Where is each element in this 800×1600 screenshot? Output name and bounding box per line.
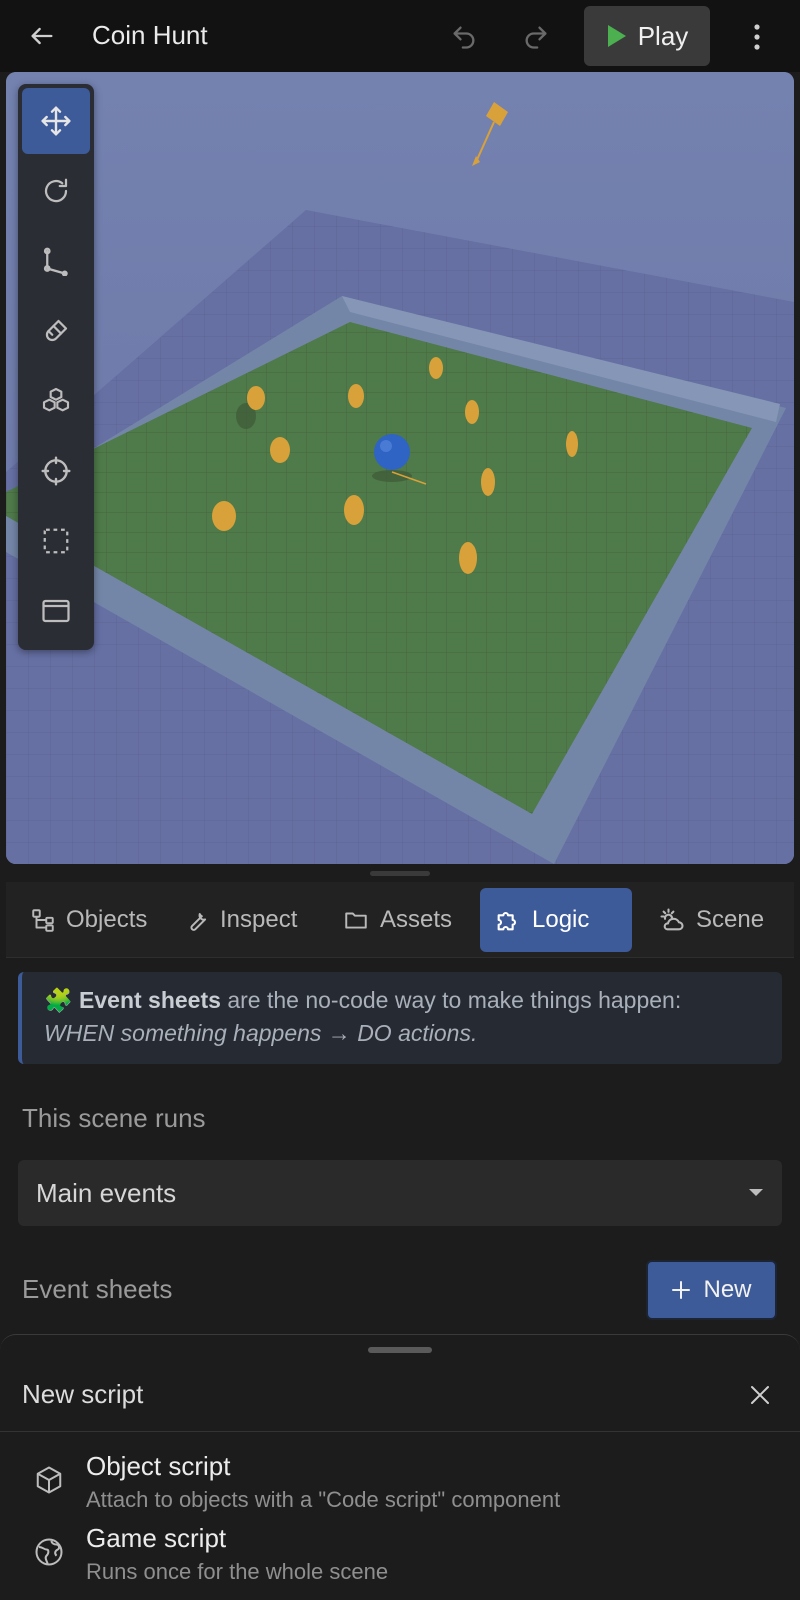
hierarchy-icon (32, 909, 54, 932)
new-script-sheet: New script Object script Attach to objec… (0, 1334, 800, 1600)
selection-box-icon (43, 528, 69, 554)
chevron-down-icon (749, 1189, 763, 1196)
new-event-sheet-button[interactable]: New (646, 1260, 777, 1320)
top-bar: Coin Hunt Play (0, 0, 800, 72)
tab-scene[interactable]: Scene (644, 888, 790, 952)
sheet-title: New script (22, 1379, 144, 1409)
select-tool-button[interactable] (22, 508, 90, 574)
magnet-icon (45, 319, 68, 342)
main-events-select[interactable]: Main events (18, 1160, 782, 1226)
more-menu-button[interactable] (740, 20, 774, 54)
back-button[interactable] (26, 20, 58, 52)
banner-line-2: WHEN something happens → DO actions. (44, 1017, 760, 1050)
more-vertical-icon (754, 24, 760, 50)
tab-assets[interactable]: Assets (328, 888, 466, 952)
event-sheets-info-banner: 🧩 Event sheets are the no-code way to ma… (18, 972, 782, 1064)
banner-text: are the no-code way to make things happe… (220, 987, 682, 1013)
sheet-drag-handle[interactable] (368, 1347, 432, 1353)
undo-button[interactable] (448, 22, 480, 52)
redo-button[interactable] (520, 22, 552, 52)
object-script-option[interactable]: Object script Attach to objects with a "… (20, 1447, 780, 1517)
tab-inspect[interactable]: Inspect (170, 888, 318, 952)
undo-icon (453, 26, 475, 49)
rotate-icon (44, 178, 68, 203)
cube-icon (36, 1466, 62, 1494)
scale-tool-button[interactable] (22, 228, 90, 294)
banner-italic-text: WHEN something happens → DO actions. (44, 1020, 478, 1046)
panel-tabs: Objects Inspect Assets Logic Scene (6, 882, 794, 958)
scale-icon (43, 247, 68, 276)
crosshair-icon (41, 456, 71, 486)
game-script-option[interactable]: Game script Runs once for the whole scen… (20, 1519, 780, 1589)
play-icon (607, 25, 626, 47)
wrench-icon (190, 913, 207, 931)
tab-objects[interactable]: Objects (16, 888, 164, 952)
close-sheet-button[interactable] (746, 1381, 774, 1409)
weather-icon (660, 908, 684, 931)
option-description: Runs once for the whole scene (86, 1559, 389, 1584)
sheet-divider (0, 1431, 800, 1432)
tab-label: Objects (66, 906, 148, 933)
move-tool-button[interactable] (22, 88, 90, 154)
arrow-left-icon (31, 27, 53, 45)
event-sheets-label: Event sheets (22, 1274, 173, 1304)
cubes-icon (42, 387, 70, 412)
banner-bold-text: Event sheets (79, 987, 221, 1013)
tab-label: Inspect (220, 906, 298, 933)
tab-logic[interactable]: Logic (480, 888, 632, 952)
option-title: Object script (86, 1451, 231, 1481)
option-description: Attach to objects with a "Code script" c… (86, 1487, 561, 1512)
scene-viewport[interactable] (6, 72, 794, 864)
transform-toolbar (18, 84, 94, 650)
tab-label: Scene (696, 906, 765, 933)
puzzle-emoji-icon: 🧩 (44, 987, 73, 1013)
tab-label: Assets (380, 906, 453, 933)
redo-icon (525, 26, 547, 49)
banner-line-1: 🧩 Event sheets are the no-code way to ma… (44, 984, 760, 1017)
rotate-tool-button[interactable] (22, 158, 90, 224)
objects-tool-button[interactable] (22, 368, 90, 434)
new-button-label: New (703, 1276, 752, 1303)
close-icon (751, 1386, 769, 1404)
move-icon (41, 106, 71, 136)
tab-label: Logic (532, 906, 590, 933)
panel-resize-handle[interactable] (370, 871, 430, 876)
play-button[interactable]: Play (584, 6, 710, 66)
select-value: Main events (36, 1178, 177, 1208)
folder-icon (345, 912, 367, 929)
plus-icon (672, 1281, 691, 1299)
snap-tool-button[interactable] (22, 298, 90, 364)
project-title: Coin Hunt (92, 20, 208, 50)
puzzle-icon (497, 911, 517, 931)
option-title: Game script (86, 1523, 227, 1553)
play-label: Play (637, 20, 689, 51)
scene-runs-label: This scene runs (22, 1103, 206, 1133)
focus-tool-button[interactable] (22, 438, 90, 504)
window-icon (42, 599, 70, 623)
panel-tool-button[interactable] (22, 578, 90, 644)
globe-icon (35, 1538, 63, 1566)
